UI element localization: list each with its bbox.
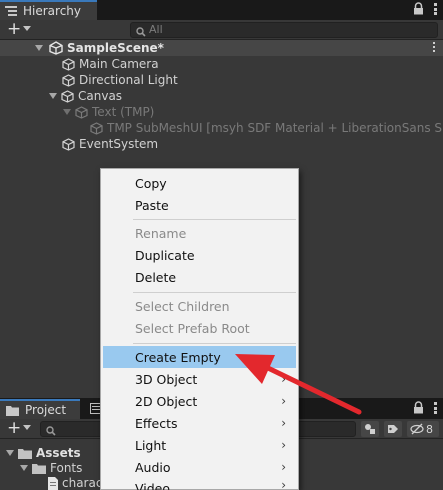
- annotation-arrow: [235, 354, 362, 415]
